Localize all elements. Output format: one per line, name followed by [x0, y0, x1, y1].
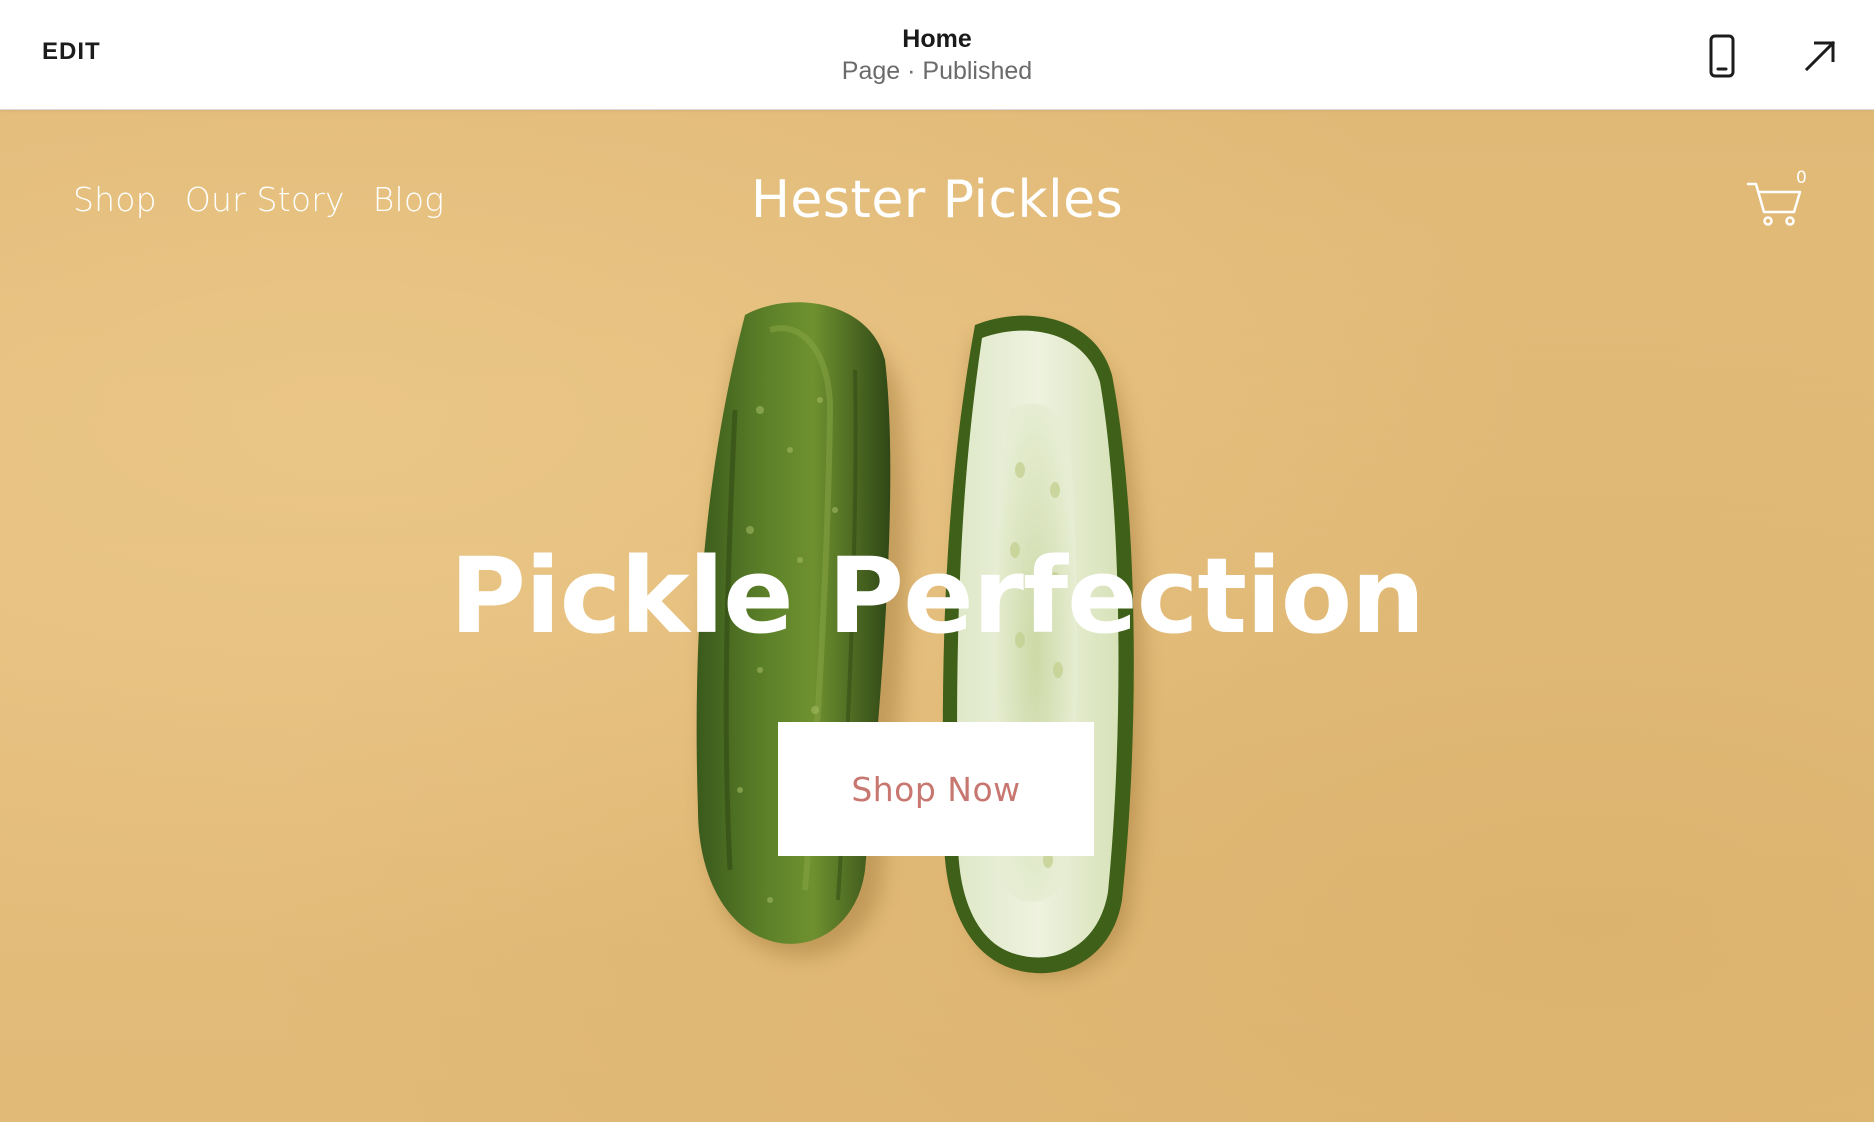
shopping-cart-icon[interactable] — [1746, 176, 1802, 228]
hero-heading: Pickle Perfection — [449, 535, 1425, 657]
shop-now-button[interactable]: Shop Now — [778, 722, 1094, 856]
site-title[interactable]: Hester Pickles — [751, 170, 1123, 230]
mobile-phone-icon[interactable] — [1706, 34, 1738, 78]
page-status: Page · Published — [841, 57, 1033, 85]
nav-link-blog[interactable]: Blog — [373, 180, 445, 219]
page-info: Home Page · Published — [0, 24, 1874, 88]
arrow-up-right-icon[interactable] — [1802, 38, 1838, 74]
nav-link-our-story[interactable]: Our Story — [185, 180, 345, 219]
site-preview: Shop Our Story Blog Hester Pickles 0 Pic… — [0, 110, 1874, 1122]
nav-link-shop[interactable]: Shop — [73, 180, 157, 219]
page-title: Home — [902, 25, 972, 53]
site-nav: Shop Our Story Blog — [73, 180, 444, 219]
editor-toolbar: EDIT Home Page · Published — [0, 0, 1874, 110]
cart-count-badge: 0 — [1796, 168, 1807, 188]
